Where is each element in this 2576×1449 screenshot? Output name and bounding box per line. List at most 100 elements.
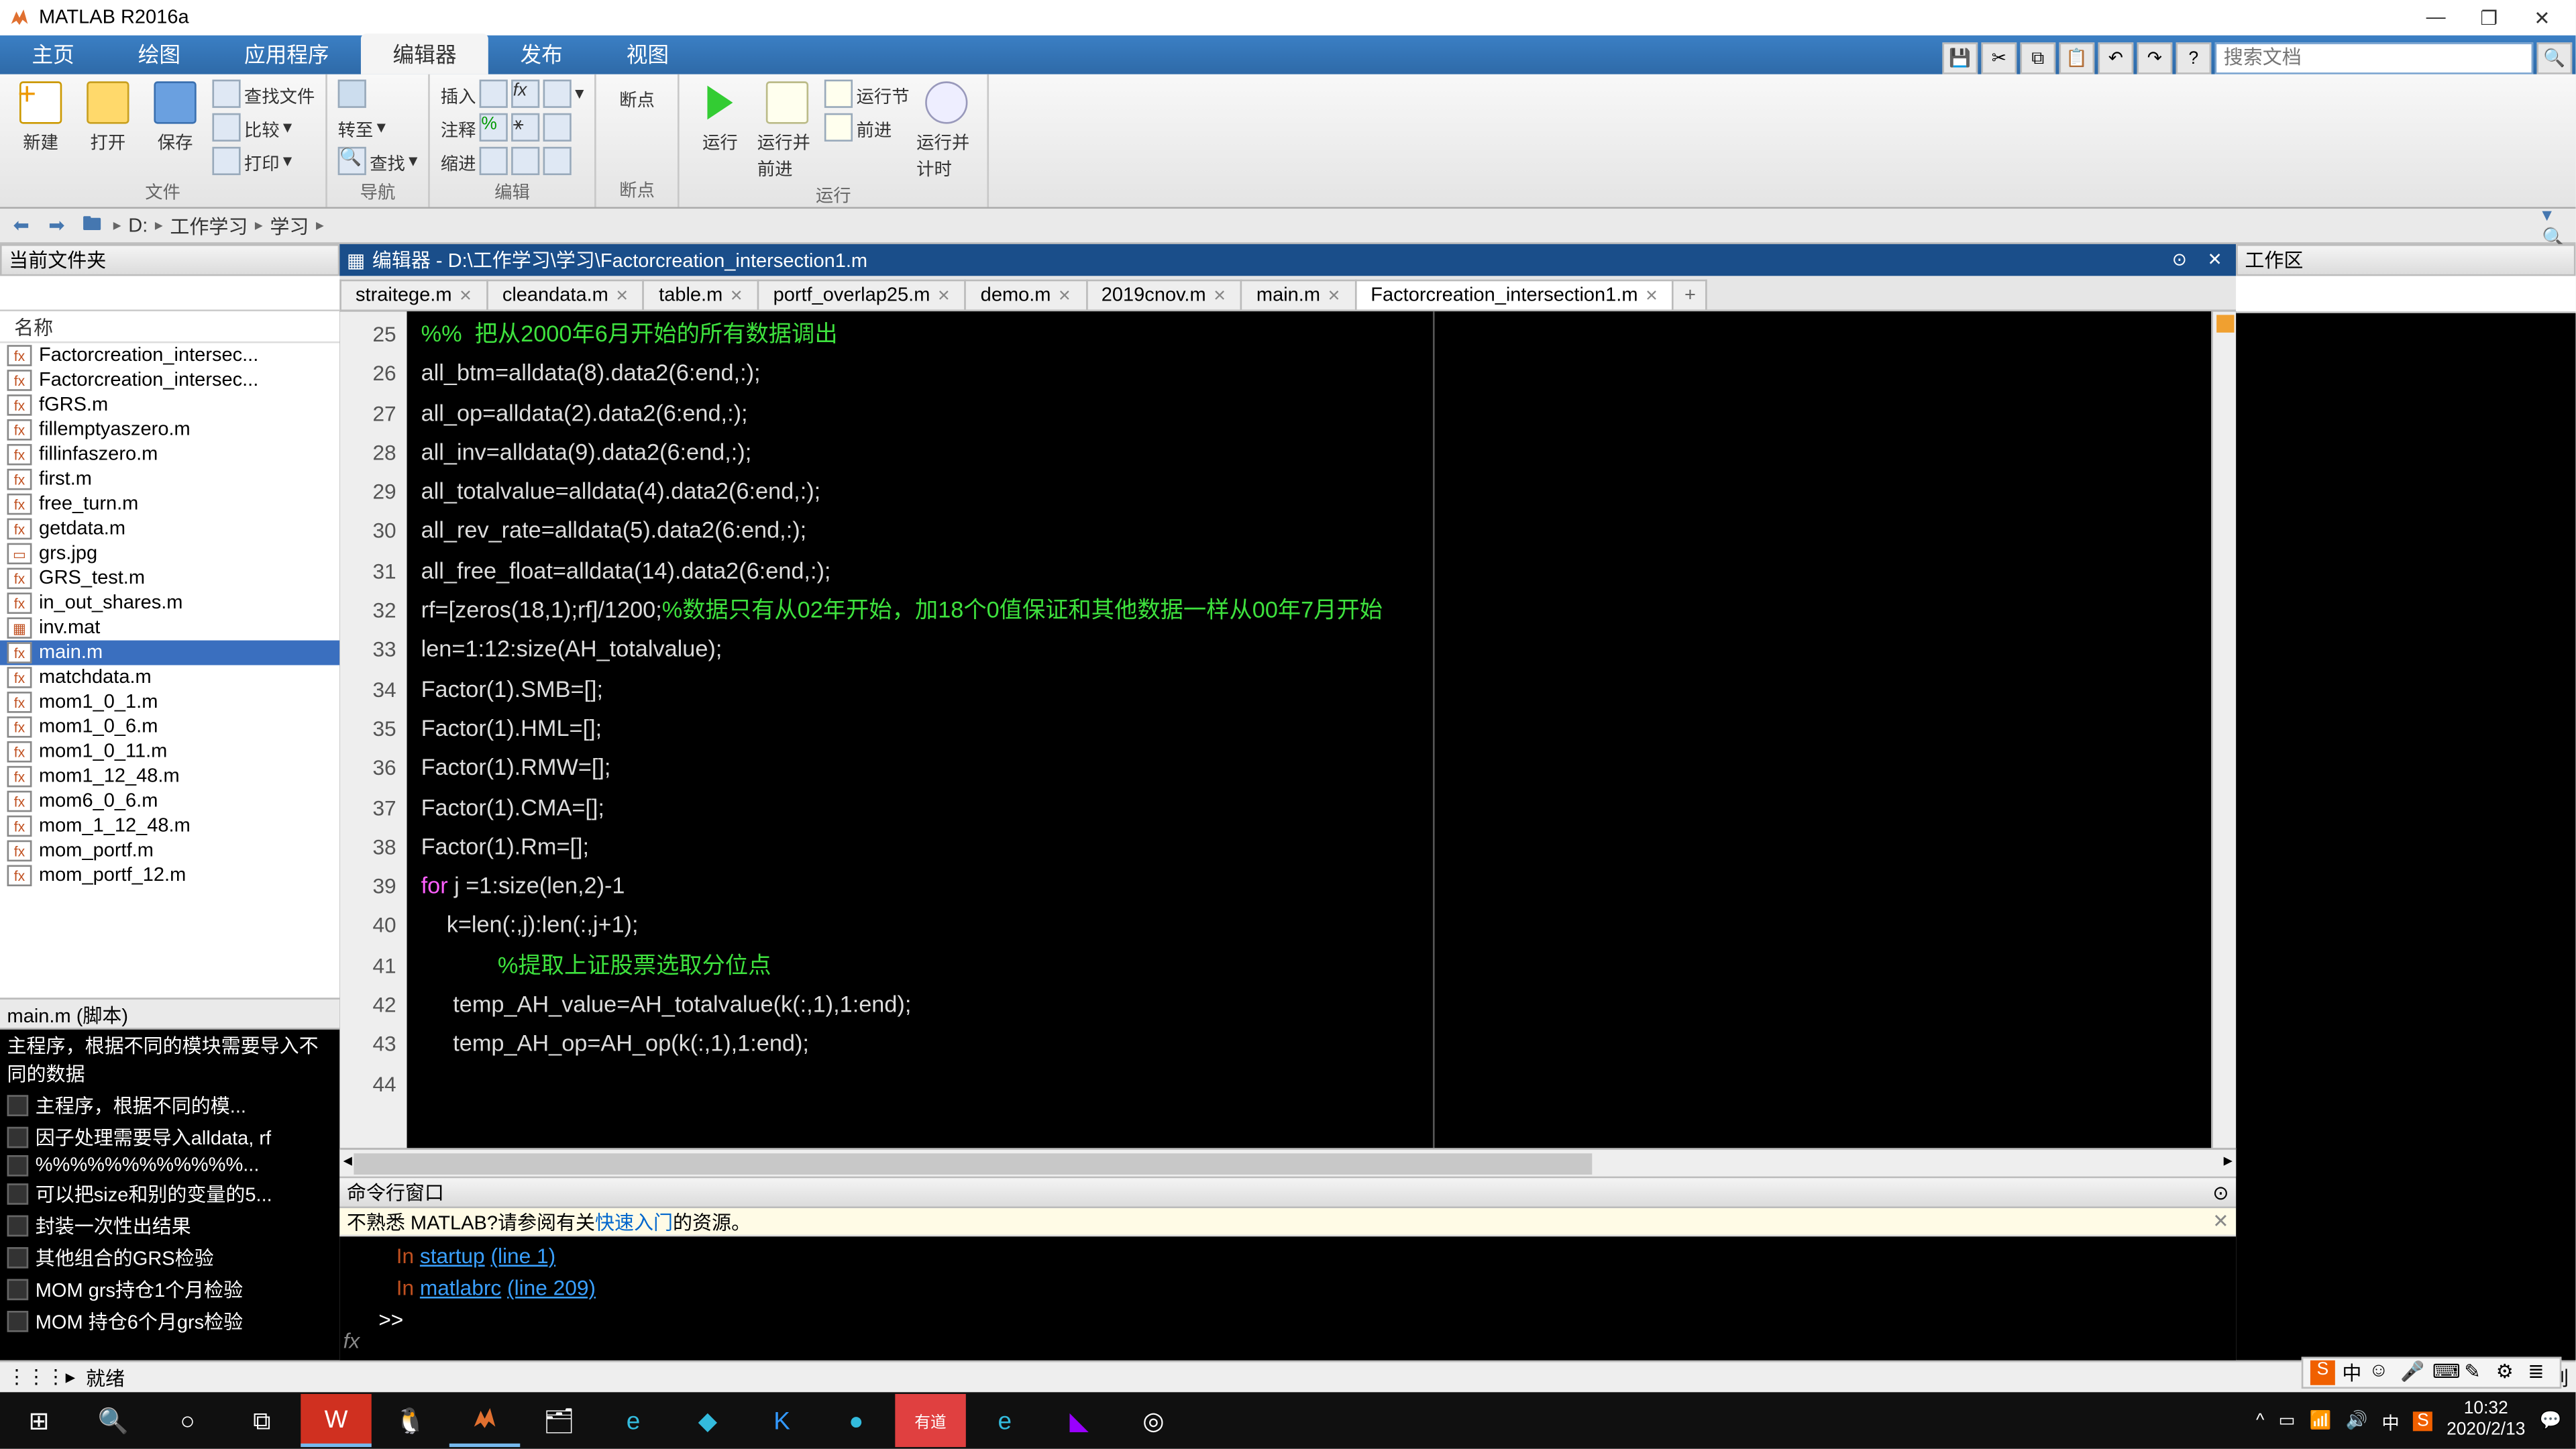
- file-list-item[interactable]: fxgetdata.m: [0, 517, 339, 541]
- nav-back-button[interactable]: ⬅: [7, 211, 36, 239]
- taskbar-app-matlab[interactable]: [449, 1394, 520, 1447]
- find-files-button[interactable]: 查找文件: [212, 78, 315, 109]
- detail-row[interactable]: 主程序，根据不同的模块需要导入不同的数据: [0, 1030, 339, 1090]
- cmd-link[interactable]: (line 1): [490, 1244, 555, 1269]
- detail-row[interactable]: 可以把size和别的变量的5...: [0, 1178, 339, 1210]
- taskbar-app-obs[interactable]: ◎: [1118, 1394, 1189, 1447]
- editor-message-strip[interactable]: [2211, 311, 2236, 1148]
- file-list-item[interactable]: fxmom1_0_6.m: [0, 714, 339, 739]
- tray-wifi-icon[interactable]: 📶: [2310, 1411, 2332, 1430]
- window-maximize-button[interactable]: ❐: [2463, 2, 2516, 34]
- taskbar-app-qq[interactable]: 🐧: [375, 1394, 445, 1447]
- file-list-item[interactable]: fxFactorcreation_intersec...: [0, 368, 339, 392]
- file-list[interactable]: fxFactorcreation_intersec...fxFactorcrea…: [0, 343, 339, 998]
- detail-row[interactable]: 其他组合的GRS检验: [0, 1242, 339, 1273]
- ime-menu-icon[interactable]: ≣: [2528, 1360, 2553, 1385]
- open-file-button[interactable]: 打开: [78, 78, 138, 154]
- cmd-link[interactable]: startup: [420, 1244, 485, 1269]
- workspace-name-header[interactable]: 名称: [2243, 280, 2406, 308]
- detail-row[interactable]: MOM 持仓6个月grs检验: [0, 1305, 339, 1337]
- search-docs-input[interactable]: [2215, 42, 2534, 74]
- qat-help-icon[interactable]: ?: [2176, 42, 2212, 74]
- editor-tab[interactable]: demo.m✕: [965, 280, 1087, 310]
- tray-chevron-icon[interactable]: ^: [2256, 1411, 2264, 1430]
- taskbar-app-youdao[interactable]: 有道: [895, 1394, 965, 1447]
- editor-body[interactable]: 2526272829303132333435363738394041424344…: [339, 311, 2236, 1148]
- editor-min-icon[interactable]: ⊙: [2165, 248, 2194, 272]
- ime-keyboard-icon[interactable]: ⌨: [2432, 1360, 2457, 1385]
- file-details-list[interactable]: 主程序，根据不同的模块需要导入不同的数据主程序，根据不同的模...因子处理需要导…: [0, 1030, 339, 1360]
- tray-clock[interactable]: 10:32 2020/2/13: [2447, 1399, 2525, 1442]
- workspace-value-header[interactable]: 值: [2406, 280, 2569, 308]
- editor-close-icon[interactable]: ✕: [2200, 248, 2229, 272]
- addr-seg-2[interactable]: 学习: [270, 211, 309, 239]
- file-name-header[interactable]: 名称: [0, 311, 339, 343]
- workspace-body[interactable]: [2236, 313, 2575, 1360]
- editor-tab[interactable]: portf_overlap25.m✕: [757, 280, 967, 310]
- window-close-button[interactable]: ✕: [2516, 2, 2569, 34]
- ime-handwriting-icon[interactable]: ✎: [2464, 1360, 2489, 1385]
- detail-row[interactable]: 因子处理需要导入alldata, rf: [0, 1122, 339, 1153]
- qat-paste-icon[interactable]: 📋: [2059, 42, 2094, 74]
- tray-battery-icon[interactable]: ▭: [2278, 1411, 2295, 1430]
- qat-cut-icon[interactable]: ✂: [1981, 42, 2017, 74]
- taskbar-app-dingtalk[interactable]: ◆: [672, 1394, 743, 1447]
- editor-tab[interactable]: 2019cnov.m✕: [1085, 280, 1242, 310]
- file-list-item[interactable]: fxFactorcreation_intersec...: [0, 343, 339, 368]
- tab-close-icon[interactable]: ✕: [730, 286, 743, 305]
- tab-close-icon[interactable]: ✕: [615, 286, 629, 305]
- file-list-item[interactable]: fxmom_portf_12.m: [0, 863, 339, 888]
- addr-seg-1[interactable]: 工作学习: [170, 211, 248, 239]
- file-list-item[interactable]: fxmain.m: [0, 641, 339, 665]
- ime-mic-icon[interactable]: 🎤: [2400, 1360, 2425, 1385]
- ribbon-tab-plots[interactable]: 绘图: [106, 34, 212, 74]
- tab-close-icon[interactable]: ✕: [1213, 286, 1226, 305]
- save-file-button[interactable]: 保存: [145, 78, 205, 154]
- nav-fwd-button[interactable]: ➡: [42, 211, 70, 239]
- search-docs-button[interactable]: 🔍: [2536, 42, 2572, 74]
- ribbon-tab-publish[interactable]: 发布: [488, 34, 594, 74]
- ime-toolbar[interactable]: S 中 ☺ 🎤 ⌨ ✎ ⚙ ≣: [2302, 1357, 2562, 1389]
- insert-button[interactable]: 插入 fx▾: [441, 78, 584, 109]
- file-list-item[interactable]: fxmom1_0_11.m: [0, 739, 339, 764]
- run-button[interactable]: 运行: [690, 78, 751, 154]
- command-window-dropdown-icon[interactable]: ⊙: [2212, 1181, 2229, 1203]
- advance-button[interactable]: 前进: [824, 111, 910, 143]
- editor-code-area[interactable]: %% 把从2000年6月开始的所有数据调出all_btm=alldata(8).…: [407, 311, 2212, 1148]
- run-section-button[interactable]: 运行节: [824, 78, 910, 109]
- editor-tab[interactable]: main.m✕: [1240, 280, 1356, 310]
- print-button[interactable]: 打印▾: [212, 145, 315, 176]
- cmd-link[interactable]: matlabrc: [420, 1275, 501, 1300]
- run-time-button[interactable]: 运行并计时: [916, 78, 977, 180]
- file-list-item[interactable]: fxfree_turn.m: [0, 492, 339, 517]
- tab-close-icon[interactable]: ✕: [459, 286, 472, 305]
- ribbon-tab-editor[interactable]: 编辑器: [361, 34, 488, 74]
- qat-save-icon[interactable]: 💾: [1942, 42, 1978, 74]
- ribbon-tab-home[interactable]: 主页: [0, 34, 106, 74]
- find-button[interactable]: 🔍查找▾: [338, 145, 418, 176]
- tab-close-icon[interactable]: ✕: [1058, 286, 1071, 305]
- ime-emoji-icon[interactable]: ☺: [2369, 1360, 2394, 1385]
- editor-tab[interactable]: table.m✕: [643, 280, 759, 310]
- file-list-item[interactable]: fxfillinfaszero.m: [0, 442, 339, 467]
- editor-tab[interactable]: cleandata.m✕: [486, 280, 645, 310]
- file-list-item[interactable]: ▭grs.jpg: [0, 541, 339, 566]
- getting-started-link[interactable]: 快速入门: [595, 1208, 673, 1236]
- start-button[interactable]: ⊞: [3, 1394, 74, 1447]
- addr-search-icon[interactable]: ▾ 🔍: [2540, 211, 2569, 239]
- goto-button[interactable]: [338, 78, 418, 109]
- qat-redo-icon[interactable]: ↷: [2137, 42, 2172, 74]
- detail-row[interactable]: MOM grs持仓1个月检验: [0, 1274, 339, 1305]
- file-list-item[interactable]: fxmom_portf.m: [0, 839, 339, 863]
- qat-undo-icon[interactable]: ↶: [2098, 42, 2133, 74]
- detail-row[interactable]: %%%%%%%%%%%%...: [0, 1153, 339, 1178]
- taskbar-search-icon[interactable]: 🔍: [78, 1394, 148, 1447]
- ime-settings-icon[interactable]: ⚙: [2496, 1360, 2521, 1385]
- command-prompt[interactable]: >>: [347, 1303, 2229, 1335]
- detail-row[interactable]: 封装一次性出结果: [0, 1210, 339, 1242]
- file-list-item[interactable]: fxmom1_12_48.m: [0, 764, 339, 789]
- file-list-item[interactable]: fxmom6_0_6.m: [0, 789, 339, 814]
- run-advance-button[interactable]: 运行并前进: [757, 78, 818, 180]
- tray-notifications-icon[interactable]: 💬: [2540, 1411, 2562, 1430]
- taskbar-app-kugou[interactable]: K: [747, 1394, 817, 1447]
